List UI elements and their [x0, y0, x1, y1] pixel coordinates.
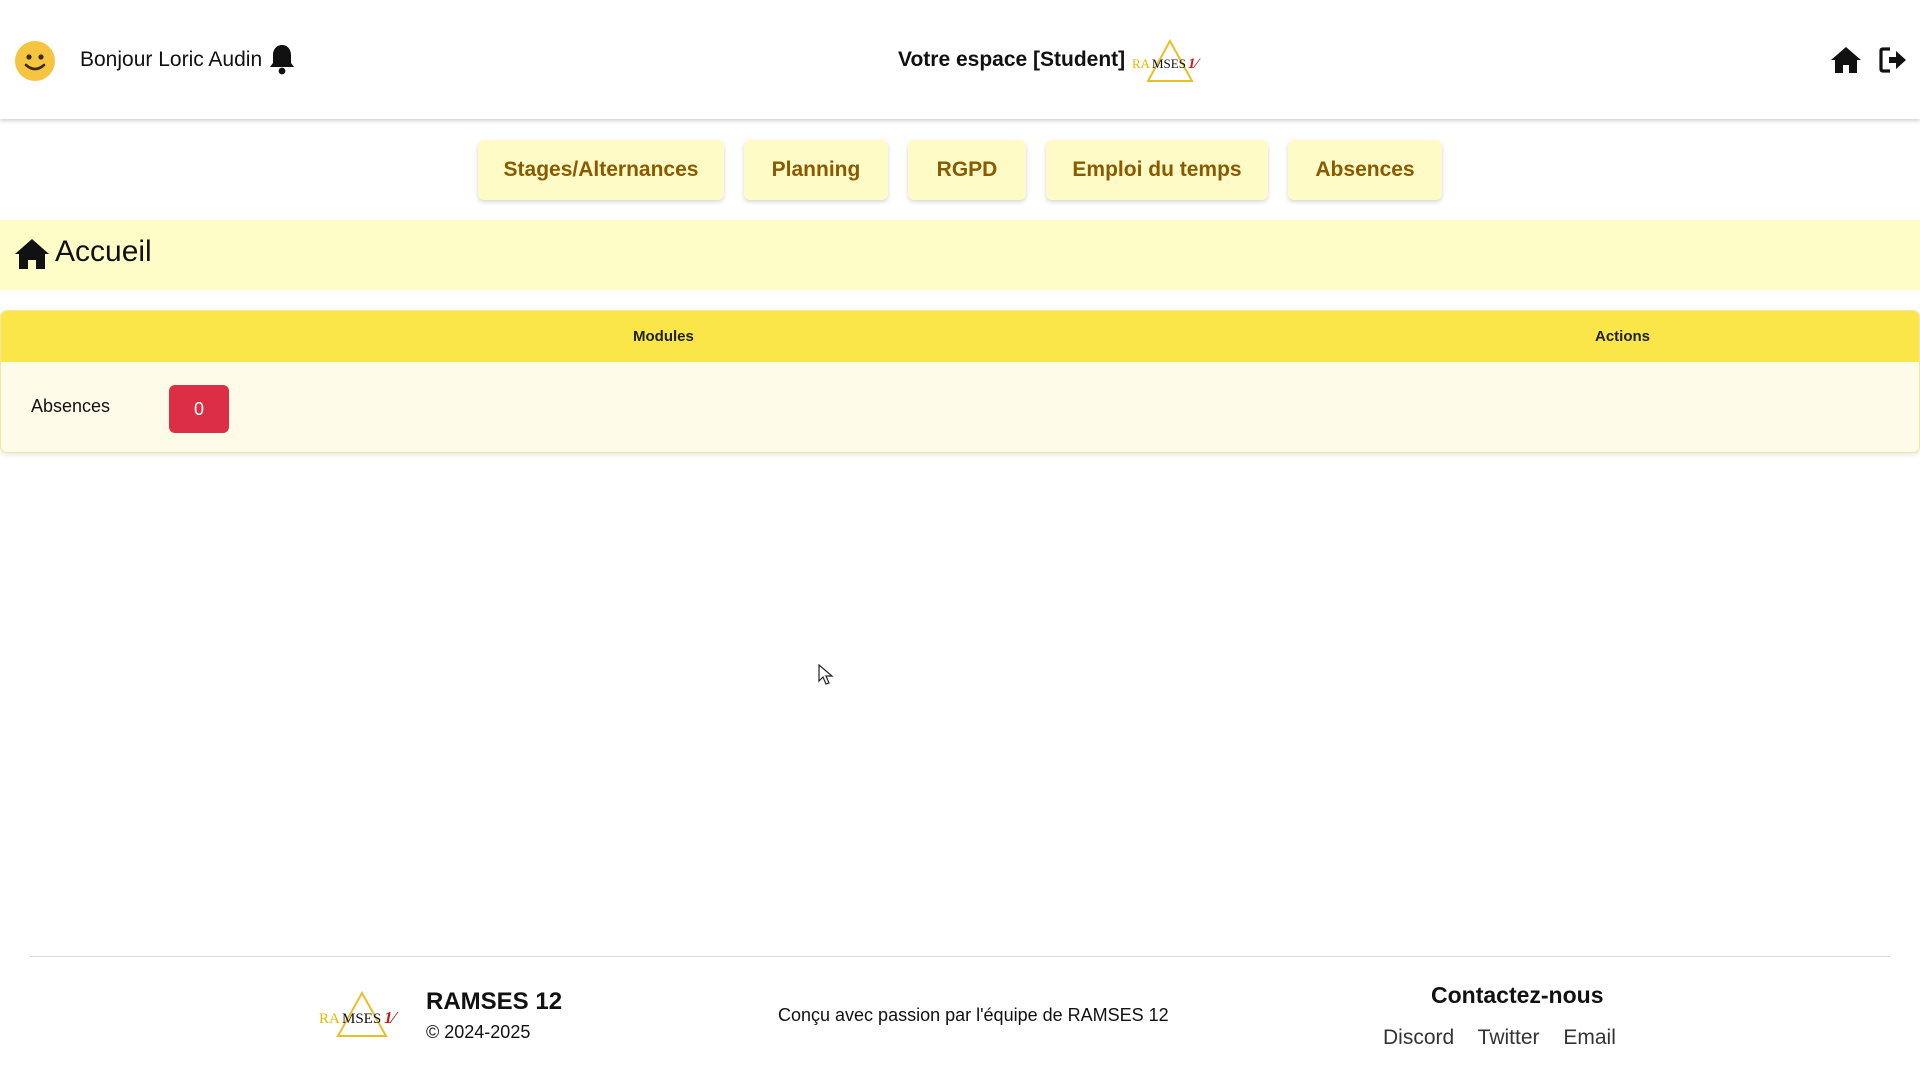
modules-table: Modules Actions Absences 0	[0, 310, 1920, 453]
svg-text:RA: RA	[1132, 56, 1151, 71]
svg-text:MSES: MSES	[1152, 56, 1186, 71]
ramses-logo: RA MSES 1⁄	[1132, 38, 1202, 82]
page-title: Accueil	[55, 235, 152, 268]
greeting-text: Bonjour Loric Audin	[80, 48, 263, 71]
svg-text:1⁄: 1⁄	[1188, 56, 1202, 72]
nav-stages-alternances[interactable]: Stages/Alternances	[478, 140, 724, 200]
svg-text:MSES: MSES	[342, 1011, 381, 1027]
home-icon	[15, 239, 49, 269]
footer-links: Discord Twitter Email	[1383, 1026, 1634, 1050]
footer-logo: RA MSES 1⁄	[319, 990, 399, 1037]
footer-link-email[interactable]: Email	[1563, 1026, 1616, 1049]
page-header: Accueil	[0, 220, 1920, 290]
footer-made-by: Conçu avec passion par l'équipe de RAMSE…	[778, 1005, 1169, 1025]
column-header-modules: Modules	[633, 328, 694, 345]
absences-count-badge[interactable]: 0	[169, 385, 229, 433]
home-icon[interactable]	[1830, 46, 1862, 74]
svg-text:RA: RA	[319, 1011, 340, 1027]
table-row: Absences 0	[1, 362, 1919, 452]
column-header-actions: Actions	[1595, 328, 1651, 345]
space-title: Votre espace [Student]	[898, 48, 1126, 71]
smiley-icon	[15, 41, 55, 81]
footer-link-discord[interactable]: Discord	[1383, 1026, 1454, 1049]
svg-text:1⁄: 1⁄	[384, 1008, 399, 1027]
footer-contact-title: Contactez-nous	[1431, 982, 1604, 1008]
footer-divider	[30, 956, 1890, 957]
nav-absences[interactable]: Absences	[1288, 140, 1442, 200]
top-bar: Bonjour Loric Audin Votre espace [Studen…	[0, 0, 1920, 119]
footer-copyright: © 2024-2025	[426, 1022, 531, 1042]
main-nav: Stages/Alternances Planning RGPD Emploi …	[0, 140, 1920, 200]
cursor-icon	[818, 664, 834, 685]
nav-emploi-du-temps[interactable]: Emploi du temps	[1046, 140, 1268, 200]
bell-icon[interactable]	[268, 43, 296, 75]
logout-icon[interactable]	[1879, 46, 1907, 74]
nav-planning[interactable]: Planning	[744, 140, 888, 200]
footer-brand: RAMSES 12	[426, 988, 563, 1015]
table-header: Modules Actions	[1, 311, 1919, 362]
nav-rgpd[interactable]: RGPD	[908, 140, 1026, 200]
module-name: Absences	[31, 396, 111, 416]
footer-link-twitter[interactable]: Twitter	[1478, 1026, 1540, 1049]
